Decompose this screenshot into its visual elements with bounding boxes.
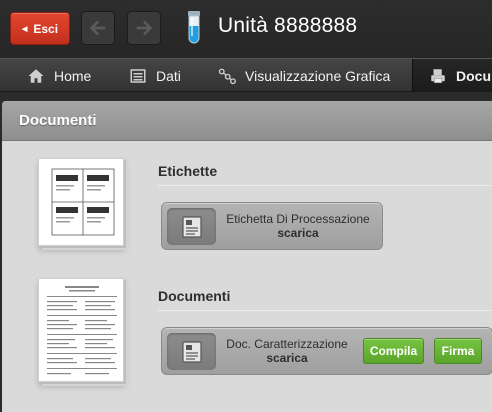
document-card-etichetta[interactable]: Etichetta Di Processazione scarica bbox=[161, 202, 383, 250]
section-divider bbox=[158, 310, 492, 311]
etichette-thumbnail bbox=[38, 158, 124, 246]
printer-icon bbox=[431, 68, 445, 83]
section-title-etichette: Etichette bbox=[158, 163, 218, 179]
top-bar: ◀ Esci Unità 8888888 bbox=[0, 0, 492, 58]
tab-documenti[interactable]: Docu bbox=[412, 59, 492, 92]
tab-home-label: Home bbox=[54, 67, 92, 84]
caret-left-icon: ◀ bbox=[21, 25, 28, 33]
section-title-documenti: Documenti bbox=[158, 288, 231, 304]
test-tube-icon bbox=[188, 11, 200, 44]
download-link[interactable]: scarica bbox=[220, 351, 354, 365]
label-sheet-preview bbox=[51, 168, 115, 236]
tab-dati-label: Dati bbox=[156, 67, 181, 84]
document-icon bbox=[167, 333, 216, 370]
document-icon bbox=[167, 208, 216, 245]
tab-visualizzazione-grafica[interactable]: Visualizzazione Grafica bbox=[218, 59, 390, 92]
card-text: Doc. Caratterizzazione scarica bbox=[220, 337, 354, 365]
tab-dati[interactable]: Dati bbox=[129, 59, 181, 92]
exit-button-label: Esci bbox=[33, 21, 59, 36]
card-text: Etichetta Di Processazione scarica bbox=[220, 212, 376, 240]
document-name: Doc. Caratterizzazione bbox=[226, 337, 348, 351]
arrow-left-icon bbox=[89, 20, 106, 36]
section-divider bbox=[158, 185, 492, 186]
documents-panel: Documenti Etichette Etichetta Di Process… bbox=[2, 101, 492, 412]
download-link[interactable]: scarica bbox=[220, 226, 376, 240]
unit-title: Unità 8888888 bbox=[218, 14, 358, 37]
forward-button[interactable] bbox=[127, 11, 161, 45]
panel-header: Documenti bbox=[2, 101, 492, 141]
back-button[interactable] bbox=[81, 11, 115, 45]
tab-home[interactable]: Home bbox=[27, 59, 91, 92]
exit-button[interactable]: ◀ Esci bbox=[10, 12, 70, 45]
nav-tabs: Home Dati Visualizzazione Grafica Docu bbox=[0, 58, 492, 92]
arrow-right-icon bbox=[136, 20, 153, 36]
tab-documenti-label: Docu bbox=[456, 67, 491, 84]
firma-button[interactable]: Firma bbox=[434, 338, 482, 364]
document-name: Etichetta Di Processazione bbox=[226, 212, 370, 226]
chart-nodes-icon bbox=[218, 68, 236, 84]
documenti-thumbnail bbox=[38, 278, 124, 382]
compila-button[interactable]: Compila bbox=[363, 338, 424, 364]
tab-visualizzazione-label: Visualizzazione Grafica bbox=[245, 67, 391, 84]
panel-title: Documenti bbox=[19, 112, 97, 129]
document-card-caratterizzazione[interactable]: Doc. Caratterizzazione scarica Compila F… bbox=[161, 327, 492, 375]
home-icon bbox=[28, 68, 44, 83]
list-icon bbox=[130, 68, 146, 83]
form-document-preview bbox=[47, 286, 117, 375]
